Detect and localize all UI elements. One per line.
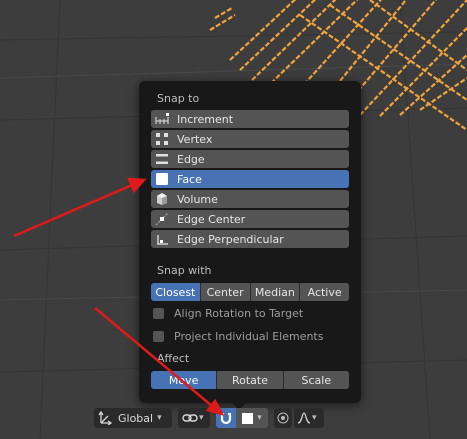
snap-with-active[interactable]: Active [300,283,349,301]
snap-face-icon [242,412,254,424]
snap-item-vertex[interactable]: Vertex [151,130,349,148]
snap-element-dropdown[interactable]: ▾ [236,408,268,428]
proportional-editing-icon [277,412,289,424]
snap-item-label: Edge [177,152,205,166]
snap-with-segmented: Closest Center Median Active [151,283,349,301]
snap-item-increment[interactable]: Increment [151,110,349,128]
affect-rotate[interactable]: Rotate [217,371,284,389]
pivot-link-icon [182,411,198,425]
chevron-down-icon: ▾ [157,413,162,423]
edge-icon [155,152,169,166]
snap-item-edge-perpendicular[interactable]: Edge Perpendicular [151,230,349,248]
affect-scale[interactable]: Scale [283,371,349,389]
snap-magnet-icon[interactable] [216,408,236,428]
snap-item-edge-center[interactable]: Edge Center [151,210,349,228]
snap-item-label: Face [177,172,202,186]
chevron-down-icon: ▾ [257,413,262,423]
falloff-curve-icon [297,412,311,424]
snap-item-label: Edge Perpendicular [177,232,284,246]
edge-perpendicular-icon [155,232,169,246]
proportional-falloff-dropdown[interactable]: ▾ [294,408,324,428]
align-rotation-label: Align Rotation to Target [174,307,304,320]
transform-orientation-icon [98,411,112,425]
snap-to-title: Snap to [157,92,200,105]
affect-move[interactable]: Move [151,371,218,389]
snap-with-median[interactable]: Median [250,283,301,301]
snap-item-edge[interactable]: Edge [151,150,349,168]
snap-item-label: Increment [177,112,234,126]
align-rotation-checkbox[interactable]: Align Rotation to Target [153,307,303,320]
snap-item-face[interactable]: Face [151,170,349,188]
proportional-editing-toggle[interactable] [274,408,292,428]
snap-with-closest[interactable]: Closest [151,283,201,301]
affect-segmented: Move Rotate Scale [151,371,349,389]
pivot-point-dropdown[interactable]: ▾ [178,408,210,428]
checkbox-box[interactable] [153,308,164,319]
increment-icon [155,112,169,126]
checkbox-box[interactable] [153,331,164,342]
chevron-down-icon: ▾ [199,413,204,423]
face-icon [156,173,168,185]
volume-icon [155,192,169,206]
orientation-label: Global [118,411,154,425]
affect-title: Affect [157,352,190,365]
snap-item-label: Edge Center [177,212,246,226]
project-individual-checkbox[interactable]: Project Individual Elements [153,330,323,343]
chevron-down-icon: ▾ [312,413,317,423]
snap-item-label: Volume [177,192,218,206]
snap-item-label: Vertex [177,132,213,146]
edge-center-icon [155,212,169,226]
snap-with-title: Snap with [157,264,212,277]
snap-to-list: Increment Vertex Edge Face Volume Edge C… [151,110,349,250]
project-individual-label: Project Individual Elements [174,330,324,343]
snap-with-center[interactable]: Center [200,283,251,301]
snapping-group: ▾ [216,408,268,428]
transform-orientation-dropdown[interactable]: Global ▾ [94,408,172,428]
snap-item-volume[interactable]: Volume [151,190,349,208]
vertex-icon [155,132,169,146]
snap-popup: Snap to Increment Vertex Edge Face Volum… [139,81,361,410]
